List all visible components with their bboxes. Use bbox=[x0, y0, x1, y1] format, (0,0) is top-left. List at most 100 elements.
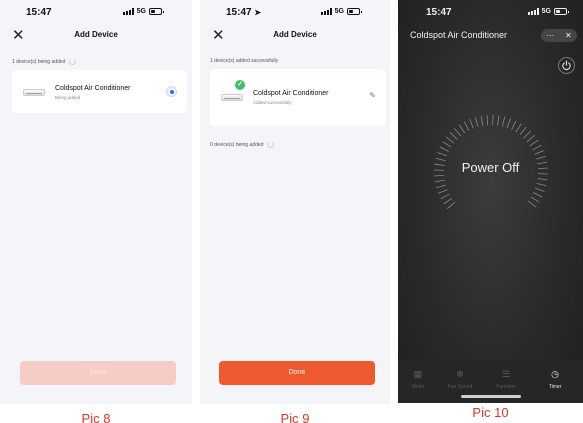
dial-tick bbox=[438, 189, 448, 194]
dial-tick bbox=[523, 130, 531, 139]
edit-pencil-icon[interactable]: ✎ bbox=[369, 91, 376, 100]
menu-icon: ☰ bbox=[501, 369, 511, 379]
dial-tick bbox=[463, 121, 470, 131]
clock-icon: ◷ bbox=[551, 369, 559, 379]
phone-pic9: 15:47 ➤ 5G ✕ Add Device 1 device(s) adde… bbox=[200, 0, 390, 423]
device-status: Being added bbox=[55, 95, 81, 100]
dial-tick bbox=[437, 152, 447, 157]
capsule-menu: ··· ✕ bbox=[541, 29, 577, 42]
caption: Pic 10 bbox=[398, 403, 583, 422]
add-device-screen: 15:47 ➤ 5G ✕ Add Device 1 device(s) adde… bbox=[200, 0, 390, 404]
progress-indicator-icon bbox=[166, 86, 177, 97]
section-header: 1 device(s) being added bbox=[12, 58, 77, 65]
status-bar: 15:47 5G bbox=[0, 7, 192, 21]
signal-icon bbox=[527, 8, 539, 15]
pending-label: 0 device(s) being added bbox=[210, 141, 264, 148]
section-label: 1 device(s) added successfully bbox=[210, 58, 279, 64]
dial-tick bbox=[486, 115, 489, 126]
more-icon[interactable]: ··· bbox=[546, 31, 554, 40]
status-bar: 15:47 ➤ 5G bbox=[200, 7, 390, 21]
dial-tick bbox=[527, 200, 537, 208]
dial-tick bbox=[533, 192, 543, 198]
dial-tick bbox=[436, 184, 446, 189]
add-device-screen: 15:47 5G ✕ Add Device 1 device(s) being … bbox=[0, 0, 192, 404]
device-card[interactable]: Coldspot Air Conditioner Being added bbox=[12, 70, 187, 113]
fan-icon: ✻ bbox=[456, 369, 464, 379]
status-indicators: 5G bbox=[320, 8, 362, 15]
loading-spinner-icon bbox=[69, 58, 77, 65]
dial-tick bbox=[434, 179, 445, 183]
dial-tick bbox=[536, 182, 547, 187]
phone-pic8: 15:47 5G ✕ Add Device 1 device(s) being … bbox=[0, 0, 192, 423]
signal-icon bbox=[122, 8, 134, 15]
dial-tick bbox=[519, 126, 527, 136]
close-icon[interactable]: ✕ bbox=[565, 31, 572, 40]
dial-tick bbox=[445, 136, 455, 144]
status-time: 15:47 bbox=[426, 7, 452, 18]
device-control-screen: 15:47 5G Coldspot Air Conditioner ··· ✕ … bbox=[398, 0, 583, 404]
status-time: 15:47 ➤ bbox=[226, 7, 261, 18]
power-state-label: Power Off bbox=[461, 160, 520, 175]
dial-tick bbox=[530, 196, 540, 203]
battery-icon bbox=[149, 8, 164, 15]
network-label: 5G bbox=[334, 8, 344, 15]
caption: Pic 8 bbox=[0, 407, 192, 423]
status-time-text: 15:47 bbox=[226, 7, 252, 18]
checkmark-icon: ✓ bbox=[235, 80, 245, 90]
dial-tick bbox=[434, 174, 445, 177]
dial-tick bbox=[506, 118, 511, 128]
dial-tick bbox=[439, 146, 449, 152]
air-conditioner-icon bbox=[23, 89, 45, 96]
section-header: 1 device(s) added successfully bbox=[210, 58, 278, 64]
tab-function[interactable]: ☰ Function bbox=[486, 368, 526, 390]
signal-icon bbox=[320, 8, 332, 15]
air-conditioner-icon bbox=[221, 94, 243, 101]
tab-label: Timer bbox=[548, 384, 562, 390]
status-bar: 15:47 5G bbox=[398, 7, 583, 21]
dial-tick bbox=[449, 132, 458, 140]
page-title: Add Device bbox=[74, 30, 118, 39]
dial-tick bbox=[443, 197, 453, 205]
page-title: Add Device bbox=[273, 30, 317, 39]
tab-mode[interactable]: ▦ Mode bbox=[398, 368, 438, 390]
phone-pic10: 15:47 5G Coldspot Air Conditioner ··· ✕ … bbox=[398, 0, 583, 423]
dial-tick bbox=[501, 116, 506, 127]
dial-tick bbox=[532, 144, 542, 151]
mode-icon: ▦ bbox=[413, 369, 423, 379]
dial-tick bbox=[440, 193, 450, 200]
network-label: 5G bbox=[541, 8, 551, 15]
tab-timer[interactable]: ◷ Timer bbox=[535, 368, 575, 390]
dial-tick bbox=[497, 115, 500, 126]
dial-tick bbox=[515, 123, 522, 133]
power-button[interactable] bbox=[558, 57, 575, 74]
device-status: Added successfully bbox=[253, 100, 292, 105]
status-time: 15:47 bbox=[26, 7, 52, 18]
dial-tick bbox=[534, 150, 544, 155]
tab-label: Mode bbox=[411, 384, 425, 390]
tab-fan-speed[interactable]: ✻ Fan Speed bbox=[440, 368, 480, 390]
status-indicators: 5G bbox=[527, 8, 569, 15]
dial-tick bbox=[536, 155, 546, 160]
power-icon bbox=[562, 60, 571, 71]
pending-section-header: 0 device(s) being added bbox=[210, 141, 275, 148]
device-name: Coldspot Air Conditioner bbox=[55, 85, 131, 92]
dial-tick bbox=[526, 135, 535, 143]
dial-tick bbox=[454, 128, 462, 137]
dial-tick bbox=[535, 187, 545, 192]
done-button[interactable]: Done bbox=[20, 361, 176, 385]
status-indicators: 5G bbox=[122, 8, 164, 15]
tab-label: Function bbox=[496, 384, 516, 390]
device-name: Coldspot Air Conditioner bbox=[253, 90, 329, 97]
device-title: Coldspot Air Conditioner bbox=[410, 30, 508, 40]
network-label: 5G bbox=[136, 8, 146, 15]
dial-tick bbox=[529, 139, 539, 147]
device-card[interactable]: ✓ Coldspot Air Conditioner Added success… bbox=[210, 69, 386, 126]
location-arrow-icon: ➤ bbox=[254, 8, 262, 17]
done-button[interactable]: Done bbox=[219, 361, 375, 385]
dial-tick bbox=[447, 201, 456, 209]
dial-tick bbox=[458, 124, 466, 134]
dial-tick bbox=[442, 141, 452, 148]
battery-icon bbox=[347, 8, 362, 15]
loading-spinner-icon bbox=[267, 141, 275, 148]
home-indicator[interactable] bbox=[460, 395, 521, 398]
